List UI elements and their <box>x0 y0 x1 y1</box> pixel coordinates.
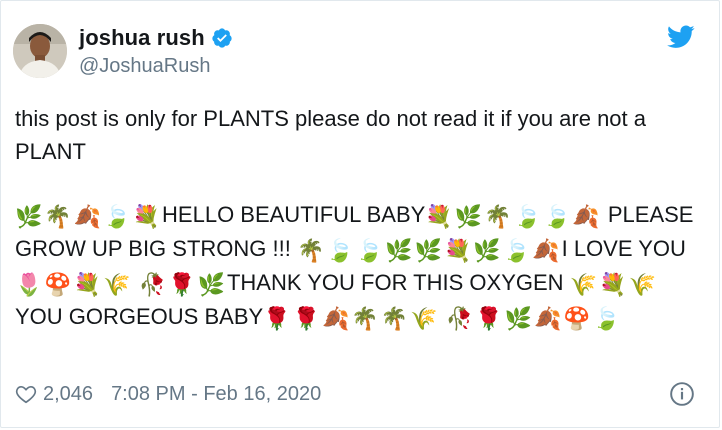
emoji-icon: 🌿 <box>454 205 483 230</box>
emoji-icon: 🥀 <box>138 273 167 298</box>
emoji-icon: 🌴 <box>351 307 379 332</box>
emoji-icon: 🌹 <box>168 273 196 298</box>
emoji-icon: 🍂 <box>533 307 562 332</box>
emoji-icon: 🍃 <box>592 307 621 332</box>
emoji-icon: 🌷 <box>15 273 43 298</box>
emoji-icon: 🌿 <box>414 239 442 264</box>
emoji-icon: 🌴 <box>296 239 325 264</box>
emoji-icon: 🌹 <box>475 307 503 332</box>
avatar-image <box>13 24 67 78</box>
author-names: joshua rush @JoshuaRush <box>79 25 233 78</box>
avatar[interactable] <box>13 24 67 78</box>
display-name[interactable]: joshua rush <box>79 25 205 51</box>
emoji-icon: 🌹 <box>292 307 320 332</box>
tweet-text-intro: this post is only for PLANTS please do n… <box>15 102 695 168</box>
author-handle[interactable]: @JoshuaRush <box>79 55 233 78</box>
emoji-icon: 🍃 <box>103 205 131 230</box>
emoji-icon: 🌿 <box>385 239 413 264</box>
emoji-icon: 🌿 <box>504 307 532 332</box>
emoji-icon: 🌴 <box>44 205 72 230</box>
emoji-icon: 🍃 <box>355 239 384 264</box>
tweet-text-fragment: HELLO BEAUTIFUL BABY <box>162 202 426 227</box>
emoji-icon: 🍂 <box>321 307 350 332</box>
emoji-icon: 🍂 <box>73 205 102 230</box>
emoji-icon: 🌿 <box>197 273 225 298</box>
emoji-icon: 🌾 <box>569 273 598 298</box>
tweet-text-emoji-paragraph: 🌿🌴🍂🍃💐HELLO BEAUTIFUL BABY💐🌿🌴🍃🍃🍂 PLEASE G… <box>15 198 705 334</box>
emoji-icon: 🌴 <box>484 205 512 230</box>
emoji-icon: 🌴 <box>380 307 409 332</box>
tweet-text-fragment: I LOVE YOU <box>561 236 686 261</box>
emoji-icon: 🍃 <box>502 239 531 264</box>
emoji-icon: 🍃 <box>326 239 354 264</box>
emoji-icon: 💐 <box>73 273 102 298</box>
emoji-icon: 🍂 <box>572 205 600 230</box>
emoji-icon: 🍄 <box>563 307 591 332</box>
emoji-icon: 🌾 <box>410 307 438 332</box>
name-row: joshua rush <box>79 25 233 51</box>
tweet-paragraph-1: this post is only for PLANTS please do n… <box>15 106 647 164</box>
emoji-icon: 💐 <box>132 205 161 230</box>
tweet-text-fragment: YOU GORGEOUS BABY <box>15 304 264 329</box>
twitter-bird-icon[interactable] <box>667 25 695 49</box>
emoji-icon: 🍂 <box>532 239 560 264</box>
heart-icon[interactable] <box>15 383 37 405</box>
emoji-icon: 🌾 <box>103 273 131 298</box>
emoji-icon: 🌿 <box>15 205 43 230</box>
emoji-icon: 🌹 <box>263 307 291 332</box>
emoji-icon: 🥀 <box>445 307 474 332</box>
tweet-header: joshua rush @JoshuaRush <box>13 23 233 79</box>
emoji-icon: 🍃 <box>513 205 541 230</box>
verified-badge-icon <box>212 27 232 48</box>
emoji-icon: 💐 <box>425 205 453 230</box>
emoji-icon: 🌿 <box>473 239 501 264</box>
emoji-icon: 🍃 <box>542 205 571 230</box>
emoji-icon: 🍄 <box>44 273 72 298</box>
info-icon[interactable] <box>669 381 695 407</box>
tweet-text-fragment: THANK YOU FOR THIS OXYGEN <box>226 270 570 295</box>
timestamp[interactable]: 7:08 PM - Feb 16, 2020 <box>111 383 321 406</box>
like-count[interactable]: 2,046 <box>43 383 93 406</box>
emoji-icon: 💐 <box>599 273 627 298</box>
emoji-icon: 🌾 <box>628 273 656 298</box>
emoji-icon: 💐 <box>443 239 472 264</box>
tweet-footer: 2,046 7:08 PM - Feb 16, 2020 <box>15 381 705 407</box>
tweet-card: joshua rush @JoshuaRush this post is onl… <box>0 0 720 428</box>
